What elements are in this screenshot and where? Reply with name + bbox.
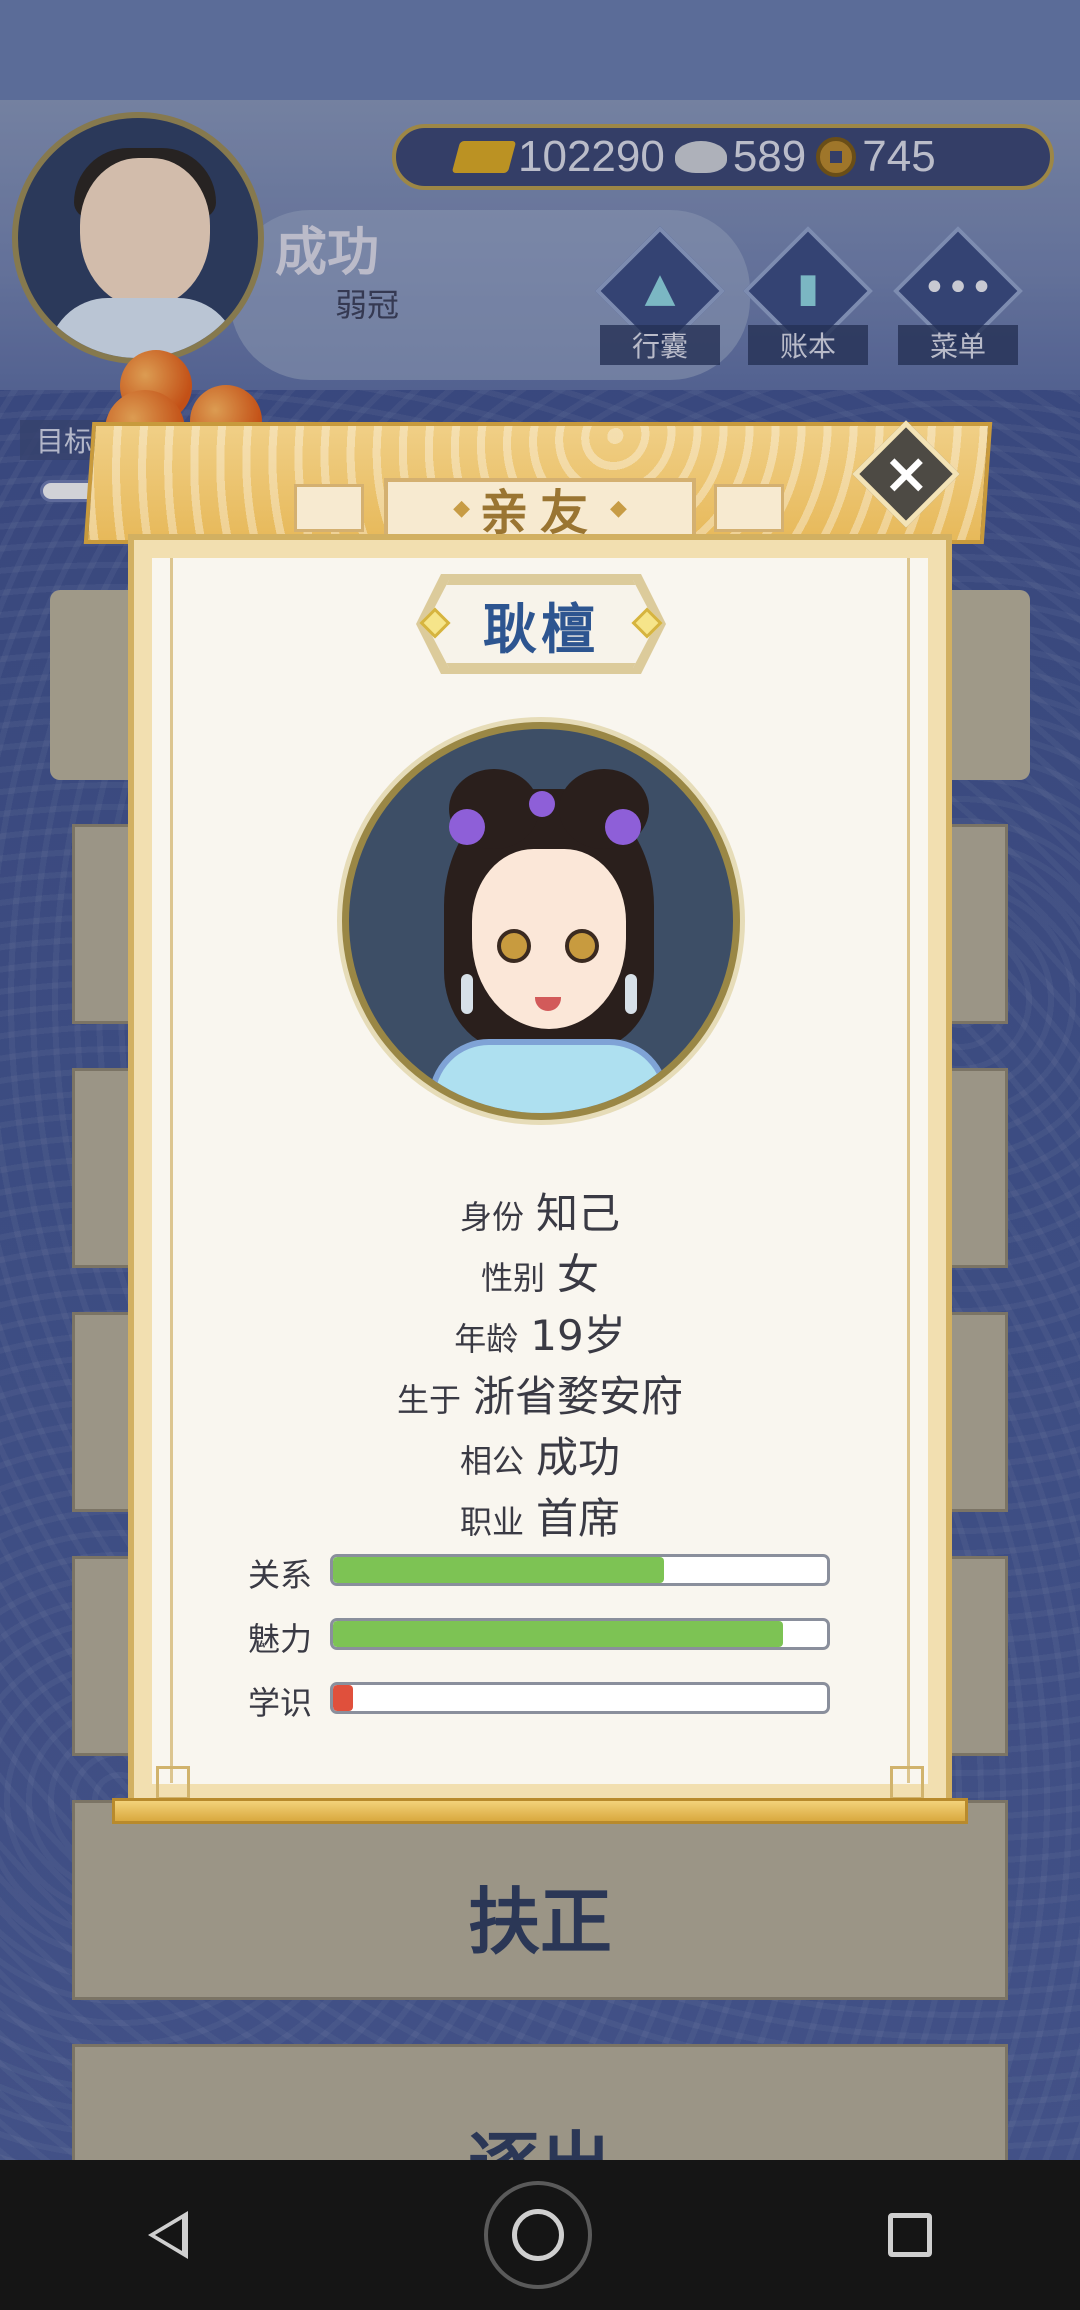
modal-title-box: ◆ 亲友 ◆ <box>384 478 696 541</box>
info-row-husband: 相公 成功 <box>459 1433 621 1482</box>
stat-charm: 魅力 <box>248 1618 838 1658</box>
corner-ornament <box>156 1766 190 1800</box>
back-icon[interactable] <box>148 2211 188 2259</box>
close-icon: × <box>882 440 930 506</box>
info-row-gender: 性别女 <box>480 1250 600 1299</box>
info-row-birthplace: 生于 浙省婺安府 <box>396 1372 684 1421</box>
relationship-bar <box>330 1554 830 1586</box>
info-row-age: 年龄 19岁 <box>454 1311 626 1360</box>
info-row-identity: 身份 知己 <box>459 1189 621 1238</box>
character-portrait <box>342 722 740 1120</box>
navigation-bar <box>0 2160 1080 2310</box>
character-name-plate: 耿檀 <box>426 580 656 668</box>
recent-apps-icon[interactable] <box>888 2213 932 2257</box>
relationship-bar-fill <box>333 1557 664 1583</box>
modal-bottom-bar <box>112 1798 968 1824</box>
info-row-occupation: 职业 首席 <box>459 1494 621 1543</box>
character-name: 耿檀 <box>483 596 599 661</box>
hair-flower-icon <box>449 809 485 845</box>
corner-ornament <box>890 1766 924 1800</box>
learning-bar <box>330 1682 830 1714</box>
home-icon[interactable] <box>484 2181 592 2289</box>
stat-learning: 学识 <box>248 1682 838 1722</box>
stat-relationship: 关系 <box>248 1554 838 1594</box>
charm-bar <box>330 1618 830 1650</box>
learning-bar-fill <box>333 1685 353 1711</box>
charm-bar-fill <box>333 1621 783 1647</box>
status-bar-area <box>0 0 1080 100</box>
modal-title: 亲友 <box>479 485 600 541</box>
